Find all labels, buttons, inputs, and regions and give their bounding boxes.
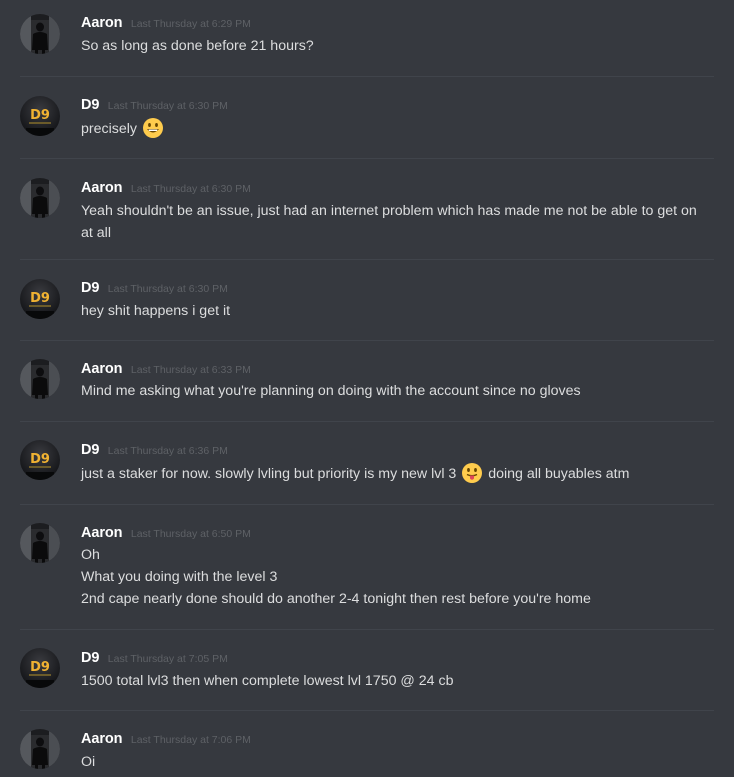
message-header: D9 Last Thursday at 6:36 PM <box>81 441 228 459</box>
message-list: Aaron Last Thursday at 6:29 PM So as lon… <box>0 0 734 777</box>
d9-avatar[interactable] <box>20 96 60 136</box>
message-line: Mind me asking what you're planning on d… <box>81 383 581 399</box>
author-name[interactable]: Aaron <box>81 15 123 31</box>
message-line: Yeah shouldn't be an issue, just had an … <box>81 203 697 241</box>
message-divider <box>20 76 714 77</box>
message-content: just a staker for now. slowly lvling but… <box>81 462 711 485</box>
message-line: What you doing with the level 3 <box>81 569 278 585</box>
timestamp: Last Thursday at 6:50 PM <box>130 528 251 540</box>
message-content: Oi <box>81 751 711 773</box>
author-name[interactable]: D9 <box>81 650 99 666</box>
aaron-avatar[interactable] <box>20 178 60 218</box>
timestamp: Last Thursday at 7:06 PM <box>130 734 251 746</box>
timestamp: Last Thursday at 6:30 PM <box>107 283 228 295</box>
author-name[interactable]: Aaron <box>81 180 123 196</box>
message-line: Oh <box>81 547 100 563</box>
message-header: Aaron Last Thursday at 6:50 PM <box>81 524 251 542</box>
d9-avatar[interactable] <box>20 440 60 480</box>
message-content: Mind me asking what you're planning on d… <box>81 380 711 402</box>
message-header: D9 Last Thursday at 7:05 PM <box>81 649 228 667</box>
timestamp: Last Thursday at 6:30 PM <box>107 100 228 112</box>
d9-avatar[interactable] <box>20 648 60 688</box>
message-line: 2nd cape nearly done should do another 2… <box>81 591 591 607</box>
grinning-face-emoji <box>142 118 163 138</box>
message-header: Aaron Last Thursday at 7:06 PM <box>81 730 251 748</box>
timestamp: Last Thursday at 6:29 PM <box>130 18 251 30</box>
tongue-out-face-emoji <box>462 463 483 483</box>
message-line: So as long as done before 21 hours? <box>81 38 314 54</box>
message-header: D9 Last Thursday at 6:30 PM <box>81 279 228 297</box>
message-divider <box>20 421 714 422</box>
author-name[interactable]: Aaron <box>81 525 123 541</box>
message-divider <box>20 158 714 159</box>
message-header: Aaron Last Thursday at 6:33 PM <box>81 360 251 378</box>
author-name[interactable]: Aaron <box>81 361 123 377</box>
message-content: 1500 total lvl3 then when complete lowes… <box>81 670 711 692</box>
message-text: precisely <box>81 121 137 137</box>
aaron-avatar[interactable] <box>20 14 60 54</box>
message-line: precisely <box>81 117 711 140</box>
message-content: hey shit happens i get it <box>81 300 711 322</box>
message-divider <box>20 340 714 341</box>
message-content: precisely <box>81 117 711 140</box>
timestamp: Last Thursday at 6:36 PM <box>107 445 228 457</box>
message-content: So as long as done before 21 hours? <box>81 35 711 57</box>
timestamp: Last Thursday at 6:33 PM <box>130 364 251 376</box>
message-divider <box>20 629 714 630</box>
message-content: Oh What you doing with the level 3 2nd c… <box>81 544 711 610</box>
message-divider <box>20 259 714 260</box>
d9-avatar[interactable] <box>20 279 60 319</box>
message-line: 1500 total lvl3 then when complete lowes… <box>81 673 454 689</box>
message-line: Oi <box>81 754 96 770</box>
author-name[interactable]: D9 <box>81 97 99 113</box>
message-line: hey shit happens i get it <box>81 303 231 319</box>
timestamp: Last Thursday at 7:05 PM <box>107 653 228 665</box>
aaron-avatar[interactable] <box>20 523 60 563</box>
message-line: just a staker for now. slowly lvling but… <box>81 462 711 485</box>
author-name[interactable]: Aaron <box>81 731 123 747</box>
message-header: Aaron Last Thursday at 6:29 PM <box>81 14 251 32</box>
message-header: D9 Last Thursday at 6:30 PM <box>81 96 228 114</box>
timestamp: Last Thursday at 6:30 PM <box>130 183 251 195</box>
message-divider <box>20 504 714 505</box>
aaron-avatar[interactable] <box>20 359 60 399</box>
message-divider <box>20 710 714 711</box>
message-header: Aaron Last Thursday at 6:30 PM <box>81 179 251 197</box>
message-content: Yeah shouldn't be an issue, just had an … <box>81 200 711 244</box>
aaron-avatar[interactable] <box>20 729 60 769</box>
message-text: doing all buyables atm <box>488 466 630 482</box>
message-text: just a staker for now. slowly lvling but… <box>81 466 457 482</box>
author-name[interactable]: D9 <box>81 442 99 458</box>
author-name[interactable]: D9 <box>81 280 99 296</box>
